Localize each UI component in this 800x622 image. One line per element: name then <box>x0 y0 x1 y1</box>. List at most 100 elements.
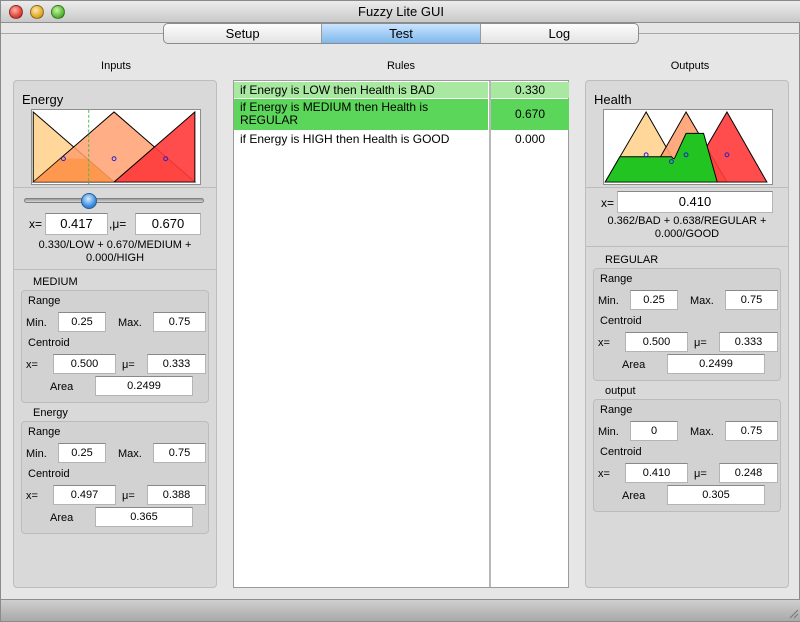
centroid-mu-label: μ= <box>694 337 707 349</box>
rule-text-2: if Energy is MEDIUM then Health is REGUL… <box>234 99 488 130</box>
outputs-panel: Health x= 0.410 0.362/BAD + 0.638/REGULA… <box>585 80 789 588</box>
tab-test[interactable]: Test <box>322 24 481 43</box>
input-term-title: MEDIUM <box>33 276 78 288</box>
input-variable-group: Range Min. 0.25 Max. 0.75 Centroid x= 0.… <box>21 421 209 534</box>
input-variable-name: Energy <box>22 92 64 107</box>
tab-setup[interactable]: Setup <box>164 24 323 43</box>
minimize-window-button[interactable] <box>30 5 44 19</box>
input-variable-centroid-mu-field[interactable]: 0.388 <box>147 485 206 505</box>
centroid-mu-label: μ= <box>122 490 135 502</box>
input-slider-thumb[interactable] <box>81 193 97 209</box>
resize-grip-icon[interactable] <box>787 607 799 619</box>
centroid-label: Centroid <box>28 468 70 480</box>
bottom-bar <box>1 599 800 621</box>
output-variable-group: Range Min. 0 Max. 0.75 Centroid x= 0.410… <box>593 399 781 512</box>
output-x-label: x= <box>601 196 615 210</box>
min-label: Min. <box>26 317 47 329</box>
output-variable-centroid-mu-field[interactable]: 0.248 <box>719 463 778 483</box>
output-variable-title: output <box>605 385 636 397</box>
max-label: Max. <box>118 317 142 329</box>
input-variable-centroid-x-field[interactable]: 0.497 <box>53 485 116 505</box>
input-variable-area-field[interactable]: 0.365 <box>95 507 193 527</box>
inputs-header: Inputs <box>101 60 131 72</box>
rule-text-3: if Energy is HIGH then Health is GOOD <box>240 132 450 146</box>
outputs-header: Outputs <box>670 60 710 72</box>
input-term-group: Range Min. 0.25 Max. 0.75 Centroid x= 0.… <box>21 290 209 403</box>
fuzzification-line-1: 0.330/LOW + 0.670/MEDIUM + <box>38 239 192 251</box>
output-term-max-field[interactable]: 0.75 <box>725 290 778 310</box>
range-label: Range <box>600 404 633 416</box>
input-variable-title: Energy <box>33 407 68 419</box>
input-mu-label: ,μ= <box>109 217 127 231</box>
separator <box>14 269 216 270</box>
rules-list: if Energy is LOW then Health is BAD 0.33… <box>233 80 569 588</box>
output-term-centroid-mu-field[interactable]: 0.333 <box>719 332 778 352</box>
segmented-tabs: Setup Test Log <box>163 23 639 44</box>
area-label: Area <box>50 381 74 393</box>
rules-header: Rules <box>386 60 416 72</box>
input-term-area-field[interactable]: 0.2499 <box>95 376 193 396</box>
output-term-title: REGULAR <box>605 254 659 266</box>
output-term-centroid-x-field[interactable]: 0.500 <box>625 332 688 352</box>
output-variable-centroid-x-field[interactable]: 0.410 <box>625 463 688 483</box>
min-label: Min. <box>598 426 619 438</box>
close-window-button[interactable] <box>9 5 23 19</box>
area-label: Area <box>622 359 646 371</box>
output-variable-name: Health <box>594 92 632 107</box>
output-term-area-field[interactable]: 0.2499 <box>667 354 765 374</box>
window-title: Fuzzy Lite GUI <box>358 4 444 19</box>
zoom-window-button[interactable] <box>51 5 65 19</box>
title-bar: Fuzzy Lite GUI <box>1 1 800 23</box>
centroid-label: Centroid <box>28 337 70 349</box>
max-label: Max. <box>690 426 714 438</box>
rule-activation-2: 0.670 <box>491 99 569 130</box>
rules-column-divider <box>489 81 491 587</box>
input-term-centroid-x-field[interactable]: 0.500 <box>53 354 116 374</box>
separator <box>586 187 788 188</box>
output-variable-min-field[interactable]: 0 <box>630 421 678 441</box>
tab-log[interactable]: Log <box>481 24 638 43</box>
min-label: Min. <box>26 448 47 460</box>
input-slider-track[interactable] <box>24 198 204 203</box>
rule-activation-1: 0.330 <box>491 82 569 98</box>
centroid-x-label: x= <box>598 337 610 349</box>
range-label: Range <box>28 426 61 438</box>
defuzz-line-1: 0.362/BAD + 0.638/REGULAR + <box>607 215 767 227</box>
range-label: Range <box>600 273 633 285</box>
range-label: Range <box>28 295 61 307</box>
inputs-panel: Energy x= 0.417 ,μ= 0.670 0.330/LOW + 0.… <box>13 80 217 588</box>
output-membership-plot <box>603 109 773 185</box>
fuzzification-line-2: 0.000/HIGH <box>85 252 145 264</box>
input-term-centroid-mu-field[interactable]: 0.333 <box>147 354 206 374</box>
max-label: Max. <box>118 448 142 460</box>
app-window: Fuzzy Lite GUI Setup Test Log Inputs Rul… <box>0 0 800 622</box>
centroid-mu-label: μ= <box>122 359 135 371</box>
centroid-x-label: x= <box>26 490 38 502</box>
centroid-x-label: x= <box>26 359 38 371</box>
area-label: Area <box>622 490 646 502</box>
resize-grip-glyph <box>789 609 799 619</box>
input-mu-field[interactable]: 0.670 <box>135 213 201 235</box>
input-x-label: x= <box>29 217 43 231</box>
tab-bar: Setup Test Log <box>1 23 800 47</box>
input-term-min-field[interactable]: 0.25 <box>58 312 106 332</box>
rule-text-2-line-2: REGULAR <box>240 113 299 127</box>
separator <box>14 187 216 188</box>
centroid-x-label: x= <box>598 468 610 480</box>
defuzz-line-2: 0.000/GOOD <box>654 228 720 240</box>
input-variable-min-field[interactable]: 0.25 <box>58 443 106 463</box>
output-term-min-field[interactable]: 0.25 <box>630 290 678 310</box>
input-x-field[interactable]: 0.417 <box>45 213 108 235</box>
max-label: Max. <box>690 295 714 307</box>
centroid-mu-label: μ= <box>694 468 707 480</box>
output-x-field[interactable]: 0.410 <box>617 191 773 213</box>
input-membership-plot <box>31 109 201 185</box>
input-variable-max-field[interactable]: 0.75 <box>153 443 206 463</box>
min-label: Min. <box>598 295 619 307</box>
output-variable-max-field[interactable]: 0.75 <box>725 421 778 441</box>
output-variable-area-field[interactable]: 0.305 <box>667 485 765 505</box>
rule-text-1: if Energy is LOW then Health is BAD <box>234 82 488 98</box>
rule-activation-3: 0.000 <box>514 132 546 146</box>
output-term-group: Range Min. 0.25 Max. 0.75 Centroid x= 0.… <box>593 268 781 381</box>
input-term-max-field[interactable]: 0.75 <box>153 312 206 332</box>
